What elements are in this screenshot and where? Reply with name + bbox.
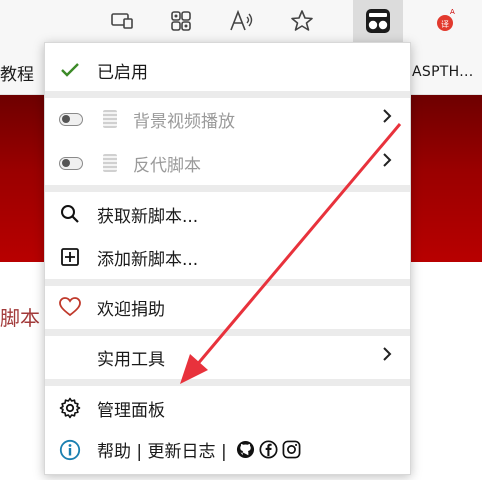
menu-item-label: 实用工具 [97,349,165,370]
menu-item-add-script[interactable]: 添加新脚本... [45,236,410,278]
social-links [236,439,301,464]
extension-popup-menu: 已启用 背景视频播放 反代脚本 获取新脚本... 添加新脚本... 欢迎捐助 实… [44,42,411,475]
menu-item-utilities[interactable]: 实用工具 [45,336,410,378]
plus-box-icon [57,244,83,270]
chevron-right-icon [382,152,392,173]
menu-item-get-scripts[interactable]: 获取新脚本... [45,193,410,235]
svg-text:A: A [450,8,455,16]
script-icon [103,154,117,172]
menu-item-label: 反代脚本 [133,155,201,176]
menu-item-donate[interactable]: 欢迎捐助 [45,286,410,328]
menu-item-label: 背景视频播放 [133,111,235,132]
divider: | [220,441,227,462]
divider: | [136,441,143,462]
gear-icon [57,395,83,421]
menu-separator [45,185,410,192]
menu-row-help: 帮助 | 更新日志 | [45,429,410,471]
tampermonkey-icon[interactable] [353,0,403,42]
toggle-switch[interactable] [59,112,83,126]
menu-item-label: 管理面板 [97,400,165,421]
reading-mode-icon[interactable] [108,8,136,34]
menu-item-proxy-script[interactable]: 反代脚本 [45,142,410,184]
bookmark-item-tutorial[interactable]: 教程 [0,60,34,85]
browser-toolbar: 译A [0,0,482,42]
menu-item-label: 获取新脚本... [97,206,199,227]
menu-item-label: 添加新脚本... [97,249,199,270]
check-icon [57,57,83,83]
changelog-link[interactable]: 更新日志 [148,442,216,462]
menu-item-dashboard[interactable]: 管理面板 [45,387,410,429]
menu-item-label: 已启用 [97,62,148,83]
facebook-icon[interactable] [259,439,278,464]
chevron-right-icon [382,108,392,129]
menu-separator [45,329,410,336]
info-icon [57,437,83,463]
svg-text:译: 译 [441,20,449,29]
translate-icon[interactable]: 译A [432,8,460,34]
chevron-right-icon [382,346,392,367]
read-aloud-icon[interactable] [228,8,256,34]
github-icon[interactable] [236,440,255,464]
menu-item-label: 欢迎捐助 [97,299,165,320]
menu-separator [45,91,410,98]
help-link[interactable]: 帮助 [97,442,131,462]
heart-icon [57,294,83,320]
favorite-star-icon[interactable] [288,8,316,34]
bookmark-item-aspth[interactable]: ASPTH... [412,64,474,80]
menu-item-bg-video[interactable]: 背景视频播放 [45,98,410,140]
search-icon [57,201,83,227]
help-links: 帮助 | 更新日志 | [97,437,301,464]
instagram-icon[interactable] [282,440,301,464]
menu-separator [45,279,410,286]
toggle-switch[interactable] [59,156,83,170]
menu-item-enabled[interactable]: 已启用 [45,49,410,91]
extensions-grid-icon[interactable] [167,8,195,34]
menu-separator [45,379,410,386]
page-heading-fragment: 脚本 [0,306,40,330]
script-icon [103,110,117,128]
